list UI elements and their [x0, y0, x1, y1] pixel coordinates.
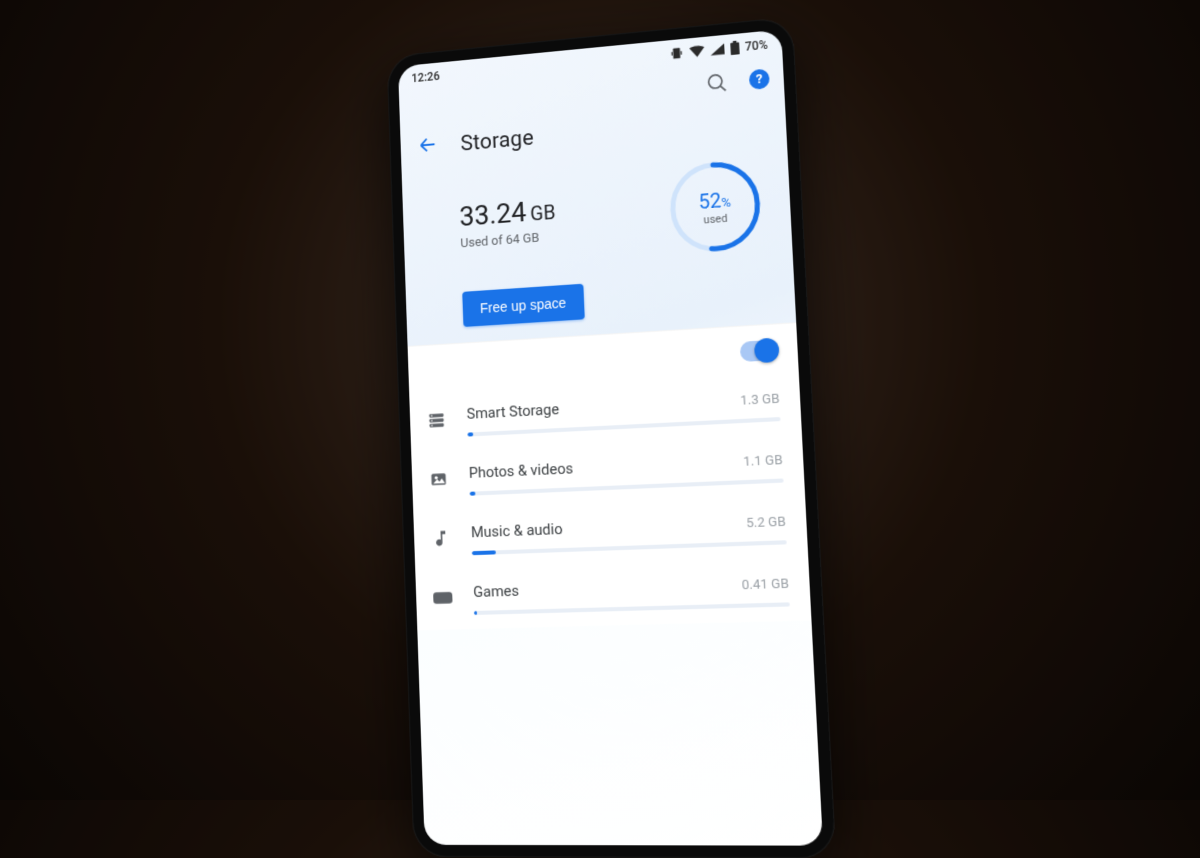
used-unit: GB — [530, 200, 556, 225]
used-of: Used of 64 GB — [460, 230, 557, 252]
category-bar — [472, 540, 787, 555]
status-time: 12:26 — [411, 69, 440, 85]
photos-icon — [427, 467, 451, 492]
category-row[interactable]: Games 0.41 GB — [415, 558, 811, 630]
category-size: 5.2 GB — [746, 514, 786, 531]
category-bar — [470, 478, 784, 495]
category-size: 1.1 GB — [743, 453, 783, 470]
ring-percent: 52 — [698, 188, 722, 214]
games-icon — [431, 586, 455, 611]
smart-storage-toggle[interactable] — [740, 339, 778, 361]
music-icon — [429, 526, 453, 551]
free-up-space-button[interactable]: Free up space — [462, 284, 584, 327]
category-size: 0.41 GB — [741, 576, 789, 593]
category-label: Games — [473, 582, 519, 601]
search-icon[interactable] — [704, 70, 729, 96]
phone-frame: 12:26 70% ? — [387, 16, 837, 858]
signal-icon — [710, 43, 725, 56]
usage-ring: 52% used — [663, 153, 768, 260]
wifi-icon — [689, 45, 704, 58]
vibrate-icon — [669, 46, 683, 61]
used-value: 33.24 — [459, 196, 527, 233]
battery-percent: 70% — [745, 38, 768, 54]
usage-block: 33.24GB Used of 64 GB — [459, 193, 557, 251]
page-title: Storage — [460, 126, 534, 156]
ring-sublabel: used — [703, 211, 728, 226]
help-icon[interactable]: ? — [749, 68, 770, 90]
category-label: Photos & videos — [469, 459, 574, 482]
status-right: 70% — [669, 38, 768, 61]
storage-icon — [425, 408, 449, 433]
storage-category-list: Smart Storage 1.3 GB Photos & videos 1.1 GB… — [409, 373, 811, 630]
category-label: Music & audio — [471, 520, 563, 541]
category-size: 1.3 GB — [740, 392, 780, 409]
category-label: Smart Storage — [466, 400, 559, 423]
back-button[interactable] — [417, 133, 438, 160]
ring-percent-suffix: % — [721, 195, 731, 211]
category-bar — [474, 602, 790, 615]
battery-icon — [730, 40, 740, 55]
screen: 12:26 70% ? — [398, 29, 823, 845]
